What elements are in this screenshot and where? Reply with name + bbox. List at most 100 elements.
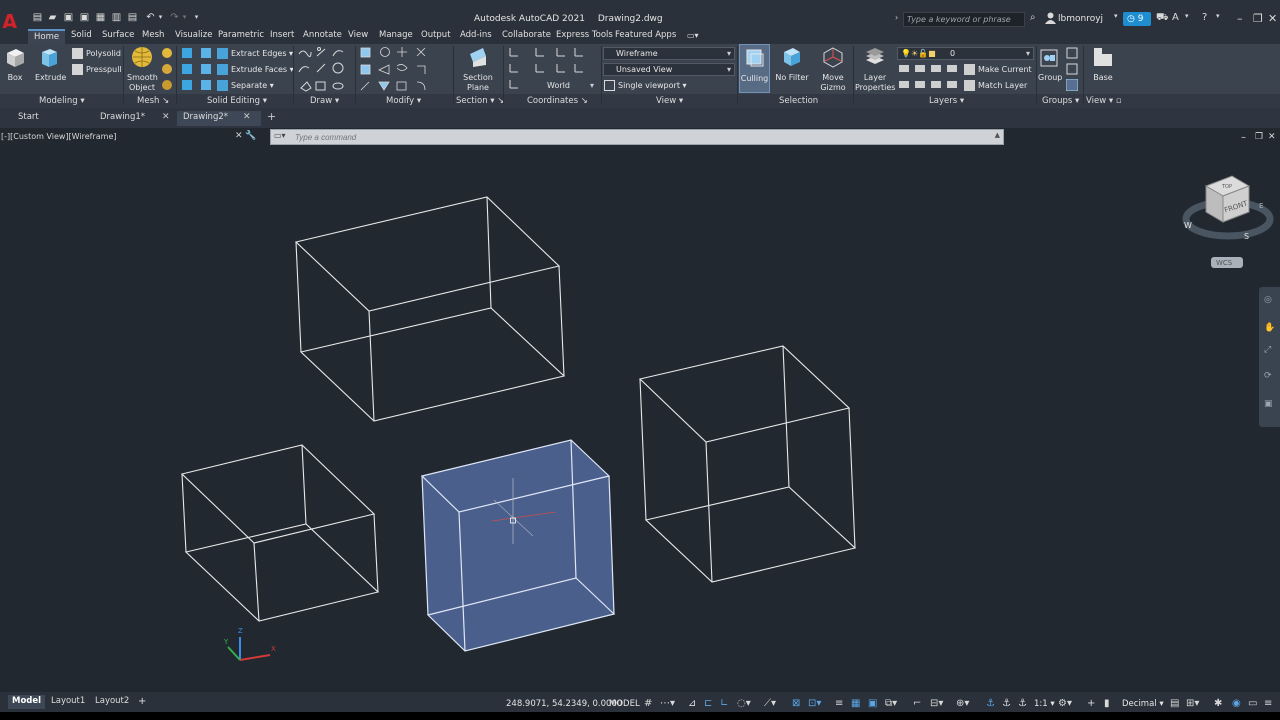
- 3d-osnap-icon[interactable]: ⧉▾: [885, 698, 897, 709]
- modify-panel-title[interactable]: Modify ▾: [386, 96, 421, 106]
- extrude-button[interactable]: Extrude: [35, 46, 66, 83]
- customization-icon[interactable]: ≡: [1264, 698, 1272, 709]
- tab-annotate[interactable]: Annotate: [303, 29, 342, 44]
- smooth-object-button[interactable]: Smooth Object: [127, 46, 158, 93]
- open-folder-icon[interactable]: ▰: [47, 12, 58, 23]
- snap-mode-icon[interactable]: ⋯▾: [660, 698, 675, 709]
- clean-screen-icon[interactable]: ▭: [1248, 698, 1257, 709]
- ungroup-icon[interactable]: [1066, 47, 1078, 59]
- units-icon[interactable]: ▮: [1104, 698, 1110, 709]
- match-layer-button[interactable]: Match Layer: [964, 80, 1027, 91]
- interfere-icon[interactable]: [200, 47, 212, 59]
- ortho-icon[interactable]: ∟: [720, 698, 728, 709]
- tab-featured-apps[interactable]: Featured Apps: [615, 29, 676, 44]
- modify-tools-icon[interactable]: [359, 46, 443, 92]
- layout-tab-layout2[interactable]: Layout2: [91, 695, 133, 709]
- lineweight-icon[interactable]: ≡: [835, 698, 843, 709]
- draw-tools-icon[interactable]: [297, 46, 355, 92]
- move-gizmo-button[interactable]: Move Gizmo: [817, 46, 849, 93]
- save-icon[interactable]: ▣: [63, 12, 74, 23]
- units-dropdown[interactable]: Decimal ▾: [1122, 699, 1164, 709]
- section-panel-title[interactable]: Section ▾ ↘: [456, 96, 504, 106]
- tab-express-tools[interactable]: Express Tools: [556, 29, 613, 44]
- grid-icon[interactable]: #: [644, 698, 652, 709]
- tab-solid[interactable]: Solid: [71, 29, 92, 44]
- search-input[interactable]: Type a keyword or phrase: [903, 12, 1025, 27]
- named-view-dropdown[interactable]: Unsaved View: [603, 63, 735, 76]
- selection-filter-icon[interactable]: ⊟▾: [930, 698, 943, 709]
- selection-cycling-icon[interactable]: ▣: [868, 698, 877, 709]
- a360-dropdown-icon[interactable]: ▾: [1185, 12, 1189, 20]
- viewport-config-button[interactable]: Single viewport ▾: [604, 80, 687, 91]
- save-web-icon[interactable]: ▥: [111, 12, 122, 23]
- subtract-icon[interactable]: [181, 63, 193, 75]
- mesh-cylinder-icon[interactable]: [161, 63, 173, 75]
- annotation-visibility-icon[interactable]: ⚓: [986, 698, 995, 709]
- layer-properties-button[interactable]: Layer Properties: [855, 46, 895, 93]
- group-edit-icon[interactable]: [1066, 63, 1078, 75]
- solid-box-3-selected[interactable]: [420, 439, 616, 652]
- open-web-icon[interactable]: ▦: [95, 12, 106, 23]
- cursor-coordinates[interactable]: 248.9071, 54.2349, 0.0000: [506, 699, 622, 709]
- extract-edges-button[interactable]: Extract Edges ▾: [217, 48, 293, 59]
- transparency-icon[interactable]: ▦: [851, 698, 860, 709]
- layout-tab-model[interactable]: Model: [8, 695, 46, 709]
- polar-tracking-icon[interactable]: ◌▾: [737, 698, 751, 709]
- no-filter-button[interactable]: No Filter: [775, 46, 809, 83]
- quick-properties-icon[interactable]: ▤: [1170, 698, 1179, 709]
- help-a360-icon[interactable]: A: [1172, 12, 1179, 23]
- tab-output[interactable]: Output: [421, 29, 451, 44]
- new-file-icon[interactable]: ▤: [32, 12, 43, 23]
- user-icon[interactable]: [1045, 12, 1056, 24]
- tab-add-ins[interactable]: Add-ins: [460, 29, 492, 44]
- zoom-extents-icon[interactable]: ⤢: [1264, 345, 1275, 356]
- auto-scale-icon[interactable]: ⚓: [1002, 698, 1011, 709]
- annotation-monitor-icon[interactable]: +: [1087, 698, 1095, 709]
- new-tab-icon[interactable]: +: [267, 110, 276, 123]
- solid-box-2[interactable]: [180, 444, 380, 622]
- model-scene[interactable]: Z X Y TOP FRONT W S E WCS: [0, 128, 1280, 692]
- showmotion-icon[interactable]: ▣: [1264, 399, 1275, 410]
- solid-editing-panel-title[interactable]: Solid Editing ▾: [207, 96, 267, 106]
- isolate-objects-icon[interactable]: ✱: [1214, 698, 1222, 709]
- user-dropdown-icon[interactable]: ▾: [1114, 12, 1118, 20]
- visual-style-dropdown[interactable]: Wireframe: [603, 47, 735, 60]
- tab-mesh[interactable]: Mesh: [142, 29, 164, 44]
- layer-tools-icon[interactable]: [898, 63, 970, 91]
- tab-parametric[interactable]: Parametric: [218, 29, 264, 44]
- steering-wheel-icon[interactable]: ◎: [1264, 295, 1275, 306]
- group-button[interactable]: Group: [1038, 46, 1062, 83]
- layer-dropdown[interactable]: 💡☀🔓■ 0: [897, 47, 1034, 60]
- polysolid-button[interactable]: Polysolid: [72, 48, 121, 59]
- coordinates-panel-title[interactable]: Coordinates ↘: [527, 96, 588, 106]
- add-layout-icon[interactable]: +: [134, 695, 150, 709]
- mesh-sphere-icon[interactable]: [161, 79, 173, 91]
- tab-view[interactable]: View: [348, 29, 368, 44]
- draw-panel-title[interactable]: Draw ▾: [310, 96, 339, 106]
- ribbon-minimize-icon[interactable]: ▭▾: [687, 29, 699, 44]
- mesh-box-icon[interactable]: [161, 47, 173, 59]
- workspace-gear-icon[interactable]: ⚙▾: [1058, 698, 1072, 709]
- layout-tab-layout1[interactable]: Layout1: [47, 695, 89, 709]
- tab-insert[interactable]: Insert: [270, 29, 294, 44]
- selection-panel-title[interactable]: Selection: [779, 96, 818, 106]
- ucs-dropdown[interactable]: World: [532, 79, 598, 92]
- layers-panel-title[interactable]: Layers ▾: [929, 96, 964, 106]
- tab-collaborate[interactable]: Collaborate: [502, 29, 551, 44]
- lock-ui-icon[interactable]: ⊞▾: [1186, 698, 1199, 709]
- dynamic-ucs-icon[interactable]: ⌐: [913, 698, 921, 709]
- object-snap-icon[interactable]: ⊡▾: [808, 698, 821, 709]
- annotation-scale-icon[interactable]: ⚓: [1018, 698, 1027, 709]
- modeling-panel-title[interactable]: Modeling ▾: [39, 96, 85, 106]
- solid-box-1[interactable]: [294, 196, 566, 422]
- close-icon[interactable]: ✕: [1268, 12, 1277, 25]
- annotation-scale[interactable]: 1:1 ▾: [1034, 699, 1055, 709]
- view-panel-title[interactable]: View ▾: [656, 96, 683, 106]
- tab-home[interactable]: Home: [28, 29, 66, 44]
- tab-surface[interactable]: Surface: [102, 29, 134, 44]
- restore-icon[interactable]: ❐: [1253, 12, 1263, 25]
- solid-box-4[interactable]: [638, 345, 857, 583]
- group-selection-icon[interactable]: [1066, 79, 1078, 91]
- isodraft-icon[interactable]: ⟋▾: [764, 698, 776, 709]
- slice-icon[interactable]: [200, 63, 212, 75]
